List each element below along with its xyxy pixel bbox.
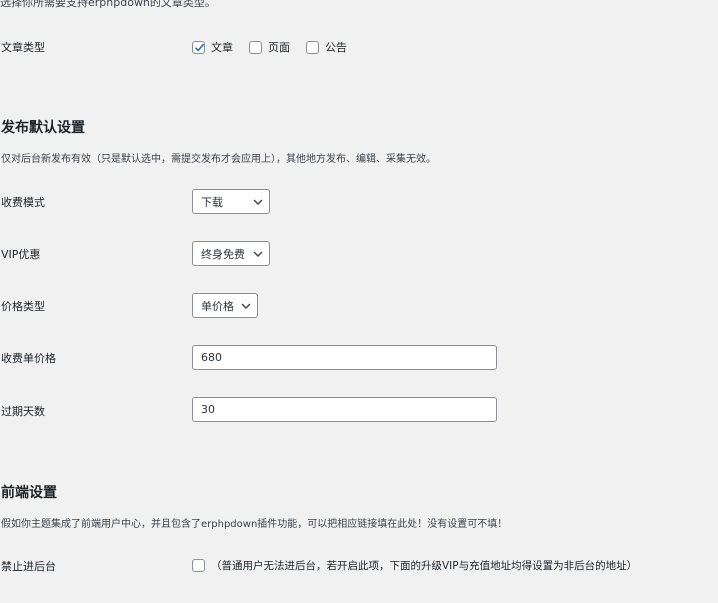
vip-discount-value: 终身免费	[201, 247, 245, 261]
price-type-label: 价格类型	[1, 300, 45, 313]
frontend-description: 假如你主题集成了前端用户中心，并且包含了erphpdown插件功能，可以把相应链…	[1, 519, 508, 530]
charge-mode-select[interactable]: 下载	[192, 189, 270, 214]
block-admin-checkbox[interactable]	[192, 559, 205, 572]
post-type-page-checkbox[interactable]	[249, 40, 262, 54]
charge-mode-label: 收费模式	[1, 196, 45, 209]
post-type-option-page[interactable]: 页面	[249, 39, 290, 55]
post-type-post-checkbox[interactable]	[192, 40, 205, 54]
publish-defaults-heading: 发布默认设置	[1, 120, 85, 136]
unit-price-value: 680	[201, 351, 222, 364]
unit-price-input[interactable]: 680	[192, 345, 497, 370]
block-admin-hint: （普通用户无法进后台，若开启此项，下面的升级VIP与充值地址均得设置为非后台的地…	[211, 560, 638, 572]
post-type-post-label: 文章	[211, 41, 233, 54]
charge-mode-value: 下载	[201, 195, 223, 209]
post-type-option-post[interactable]: 文章	[192, 39, 233, 55]
expire-days-input[interactable]: 30	[192, 397, 497, 422]
post-types-label: 文章类型	[1, 41, 45, 54]
block-admin-label: 禁止进后台	[1, 560, 56, 573]
vip-discount-label: VIP优惠	[1, 248, 41, 261]
post-type-option-notice[interactable]: 公告	[306, 39, 347, 55]
chevron-down-icon	[241, 303, 251, 309]
chevron-down-icon	[253, 199, 263, 205]
chevron-down-icon	[253, 251, 263, 257]
post-type-notice-label: 公告	[325, 41, 347, 54]
expire-days-label: 过期天数	[1, 405, 45, 418]
block-admin-option: （普通用户无法进后台，若开启此项，下面的升级VIP与充值地址均得设置为非后台的地…	[192, 558, 637, 573]
post-type-page-label: 页面	[268, 41, 290, 54]
publish-defaults-description: 仅对后台新发布有效（只是默认选中，需提交发布才会应用上），其他地方发布、编辑、采…	[1, 154, 436, 165]
post-types-description: 选择你所需要支持erphpdown的文章类型。	[0, 0, 216, 9]
post-type-notice-checkbox[interactable]	[306, 40, 319, 54]
vip-discount-select[interactable]: 终身免费	[192, 241, 270, 266]
expire-days-value: 30	[201, 403, 215, 416]
price-type-select[interactable]: 单价格	[192, 293, 258, 318]
price-type-value: 单价格	[201, 299, 234, 313]
post-types-options: 文章 页面 公告	[192, 39, 357, 55]
frontend-heading: 前端设置	[1, 485, 57, 501]
checkmark-icon	[194, 43, 205, 52]
unit-price-label: 收费单价格	[1, 352, 56, 365]
